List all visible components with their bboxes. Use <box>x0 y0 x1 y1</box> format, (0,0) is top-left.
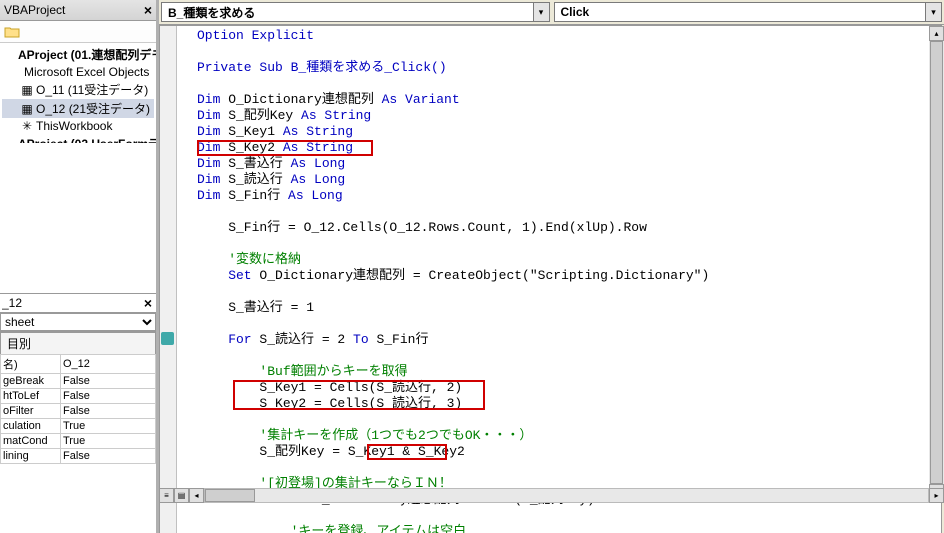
tree-node[interactable]: AProject (02.UserFormデ <box>2 134 154 143</box>
chevron-down-icon[interactable]: ▾ <box>533 3 549 21</box>
highlight-box <box>233 380 485 410</box>
property-row[interactable]: oFilterFalse <box>1 404 156 419</box>
scroll-thumb-h[interactable] <box>205 489 255 502</box>
scrollbar-vertical[interactable]: ▴ ▾ <box>929 26 944 499</box>
property-row[interactable]: culationTrue <box>1 419 156 434</box>
code-gutter <box>160 26 177 533</box>
property-category: sheet <box>0 313 156 332</box>
property-row[interactable]: htToLefFalse <box>1 389 156 404</box>
scroll-left-icon[interactable]: ◂ <box>189 488 204 503</box>
splitter[interactable] <box>0 143 156 293</box>
project-explorer-pane: VBAProject × AProject (01.連想配列デモMicrosof… <box>0 0 159 533</box>
scroll-right-icon[interactable]: ▸ <box>929 488 944 503</box>
property-tab[interactable]: 目別 <box>0 332 156 354</box>
chevron-down-icon[interactable]: ▾ <box>925 3 941 21</box>
procview-icon[interactable]: ▤ <box>174 488 189 503</box>
combo-row: B_種類を求める ▾ Click ▾ <box>159 0 944 25</box>
property-row[interactable]: 名)O_12 <box>1 355 156 374</box>
properties-close-icon[interactable]: × <box>140 295 156 311</box>
code-pane: B_種類を求める ▾ Click ▾ Option Explicit Priva… <box>159 0 944 533</box>
tree-node[interactable]: ✳ThisWorkbook <box>2 118 154 134</box>
project-tree[interactable]: AProject (01.連想配列デモMicrosoft Excel Objec… <box>0 43 156 143</box>
property-row[interactable]: liningFalse <box>1 449 156 464</box>
scroll-up-icon[interactable]: ▴ <box>929 26 944 41</box>
property-row[interactable]: matCondTrue <box>1 434 156 449</box>
scroll-thumb[interactable] <box>930 41 943 484</box>
property-object-name[interactable] <box>0 294 140 312</box>
fullview-icon[interactable]: ≡ <box>159 488 174 503</box>
project-close-icon[interactable]: × <box>144 2 152 18</box>
project-explorer-title: VBAProject × <box>0 0 156 21</box>
bookmark-icon[interactable] <box>161 332 174 345</box>
project-toolbar <box>0 21 156 43</box>
properties-table[interactable]: 名)O_12geBreakFalsehtToLefFalseoFilterFal… <box>0 354 156 464</box>
project-title-text: VBAProject <box>4 3 65 17</box>
object-combo[interactable]: B_種類を求める ▾ <box>161 2 550 22</box>
tree-node[interactable]: AProject (01.連想配列デモ <box>2 45 154 64</box>
folder-icon[interactable] <box>4 25 20 39</box>
property-category-select[interactable]: sheet <box>0 313 156 331</box>
tree-node[interactable]: ▦O_12 (21受注データ) <box>2 99 154 118</box>
code-text[interactable]: Option Explicit Private Sub B_種類を求める_Cli… <box>177 26 941 533</box>
property-object-row: × <box>0 293 156 313</box>
object-combo-label: B_種類を求める <box>162 2 533 23</box>
procedure-combo-label: Click <box>555 3 926 21</box>
code-area[interactable]: Option Explicit Private Sub B_種類を求める_Cli… <box>159 25 942 533</box>
procedure-combo[interactable]: Click ▾ <box>554 2 943 22</box>
highlight-box <box>367 444 447 460</box>
tree-node[interactable]: Microsoft Excel Objects <box>2 64 154 80</box>
property-row[interactable]: geBreakFalse <box>1 374 156 389</box>
tree-node[interactable]: ▦O_11 (11受注データ) <box>2 80 154 99</box>
scrollbar-horizontal[interactable]: ≡ ▤ ◂ ▸ <box>159 488 944 503</box>
